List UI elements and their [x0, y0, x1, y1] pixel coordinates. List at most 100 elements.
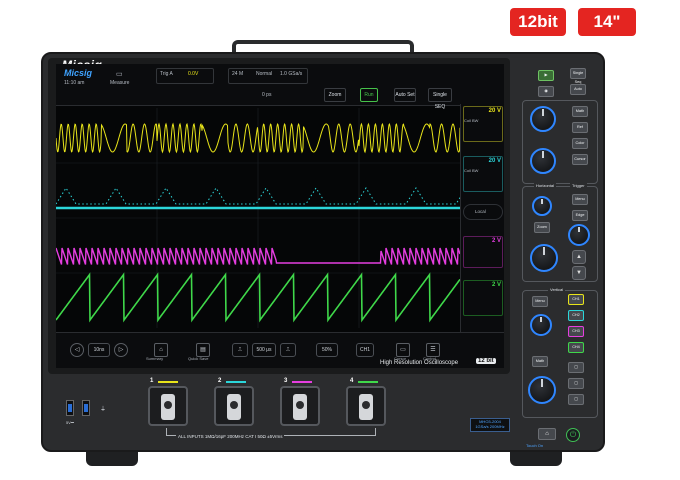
trigger-level-knob[interactable] [568, 224, 590, 246]
ch2-key[interactable]: CH2 [568, 310, 584, 321]
input-2-color [226, 381, 246, 383]
input-2-label: 2 [218, 378, 222, 384]
single-seq-button[interactable]: Single SEQ [428, 88, 452, 110]
arrow-up-icon[interactable]: ▲ [572, 250, 586, 264]
percent-value[interactable]: 50% [316, 343, 338, 357]
horizontal-title: Horizontal [534, 183, 557, 188]
horizontal-position-knob[interactable] [532, 196, 552, 216]
control-panel: ▶ Single Seq ◉ Auto Math Ref Color Curso… [518, 58, 600, 448]
vertical-position-knob[interactable] [530, 314, 552, 336]
input-3-label: 3 [284, 378, 288, 384]
ref-key[interactable]: Ref [572, 122, 588, 133]
cursor-key[interactable]: Cursor [572, 154, 588, 165]
timebase-value[interactable]: 10ns [88, 343, 110, 357]
zoom-button[interactable]: Zoom [324, 88, 346, 102]
acq-mode: Normal [256, 71, 273, 77]
pulse-icon-2[interactable]: ⎍ [280, 343, 296, 357]
cursor-icon[interactable]: ▭ [396, 343, 410, 357]
measure-label[interactable]: Measure [110, 80, 129, 86]
trigger-title: Trigger [570, 183, 587, 188]
next-icon[interactable]: ▷ [114, 343, 128, 357]
vertical-title: Vertical [548, 287, 566, 292]
bnc-input-1[interactable] [148, 386, 188, 426]
ch3-key[interactable]: CH3 [568, 326, 584, 337]
single-seq-key[interactable]: Single Seq [570, 68, 586, 84]
auto-key[interactable]: Auto [570, 84, 586, 95]
ch4-scale: 2 V [491, 282, 501, 288]
screen-logo: Micsig [64, 68, 93, 78]
ch1-key[interactable]: CH1 [568, 294, 584, 305]
model-plate: MHO3-2004 1GSa/s 200MHz [470, 418, 510, 432]
bnc-input-2[interactable] [214, 386, 254, 426]
prev-icon[interactable]: ◁ [70, 343, 84, 357]
time-offset: 0 ps [262, 92, 272, 98]
summary-icon[interactable]: ⌂ [154, 343, 168, 357]
ch4-key[interactable]: CH4 [568, 342, 584, 353]
trigger-menu-key[interactable]: Menu [572, 194, 588, 205]
ground-icon: ⏚ [100, 407, 107, 413]
run-button[interactable]: Run [360, 88, 378, 102]
touch-label: Touch On [526, 443, 544, 448]
usb-port-2 [82, 400, 90, 416]
ch-scale-knob-1[interactable] [530, 106, 556, 132]
camera-icon[interactable]: ◉ [538, 86, 554, 97]
math-key[interactable]: Math [572, 106, 588, 117]
math-key-2[interactable]: Math [532, 356, 548, 367]
vert-key-a[interactable]: ▢ [568, 362, 584, 373]
input-1-color [158, 381, 178, 383]
horizontal-scale-knob[interactable] [530, 244, 558, 272]
ch1-coupling: Coil BW [464, 118, 479, 123]
local-label: Local [475, 209, 486, 214]
div-value[interactable]: 500 μs [252, 343, 276, 357]
usb-port-1 [66, 400, 74, 416]
quick-save-icon[interactable]: ▤ [196, 343, 210, 357]
summary-label: Summary [146, 356, 164, 361]
control-icon[interactable]: ☰ [426, 343, 440, 357]
color-key[interactable]: Color [572, 138, 588, 149]
ch1-scale: 20 V [488, 108, 501, 114]
screen-size-badge: 14" [578, 8, 636, 36]
screen-top-bar: Micsig 11:10 am ▭ Measure Trig A 0.0V 24… [56, 64, 504, 110]
clock-text: 11:10 am [64, 80, 85, 86]
inputs-spec-text: ALL INPUTS 1MΩ/16pF 200MHz CAT I 50Ω ±5V… [176, 434, 285, 439]
pulse-icon[interactable]: ⎍ [232, 343, 248, 357]
run-stop-button[interactable]: ▶ [538, 70, 554, 81]
vert-key-c[interactable]: ▢ [568, 394, 584, 405]
caption-badge: 12 bit [476, 358, 496, 364]
vert-key-b[interactable]: ▢ [568, 378, 584, 389]
usb-power-label: 5V⎓ [66, 420, 75, 425]
memory-depth: 24 M [232, 71, 244, 77]
input-1-label: 1 [150, 378, 154, 384]
model-spec: 1GSa/s 200MHz [475, 424, 505, 429]
input-3-color [292, 381, 312, 383]
trigger-label: Trig A [160, 71, 173, 77]
sample-rate: 1.0 GSa/s [280, 71, 303, 77]
screen-caption: High Resolution Oscilloscope [380, 360, 459, 366]
input-4-color [358, 381, 378, 383]
plot-grid [56, 108, 460, 328]
trigger-edge-key[interactable]: Edge [572, 210, 588, 221]
waveform-plot [56, 108, 460, 328]
input-4-label: 4 [350, 378, 354, 384]
ch3-scale: 2 V [491, 238, 501, 244]
measure-icon[interactable]: ▭ [116, 70, 123, 78]
power-icon[interactable]: ⏻ [566, 428, 580, 442]
ch2-coupling: Coil BW [464, 168, 479, 173]
arrow-down-icon[interactable]: ▼ [572, 266, 586, 280]
cursor-channel[interactable]: CH1 [356, 343, 374, 357]
product-photo: 12bit 14" Micsig Micsig 11:10 am ▭ Measu… [0, 0, 680, 480]
resolution-badge: 12bit [510, 8, 566, 36]
quick-save-label: Quick Save [188, 356, 209, 361]
oscilloscope-screen: Micsig 11:10 am ▭ Measure Trig A 0.0V 24… [56, 64, 504, 368]
trigger-value: 0.0V [188, 71, 199, 77]
zoom-key[interactable]: Zoom [534, 222, 550, 233]
vertical-scale-knob[interactable] [528, 376, 556, 404]
bnc-input-3[interactable] [280, 386, 320, 426]
vertical-menu-key[interactable]: Menu [532, 296, 548, 307]
channel-panel: 20 V Coil BW 20 V Coil BW Local 2 V 2 V [460, 104, 504, 332]
auto-set-button[interactable]: Auto Set [394, 88, 416, 102]
home-icon[interactable]: ⌂ [538, 428, 556, 440]
ch2-scale: 20 V [488, 158, 501, 164]
bnc-input-4[interactable] [346, 386, 386, 426]
ch-scale-knob-2[interactable] [530, 148, 556, 174]
